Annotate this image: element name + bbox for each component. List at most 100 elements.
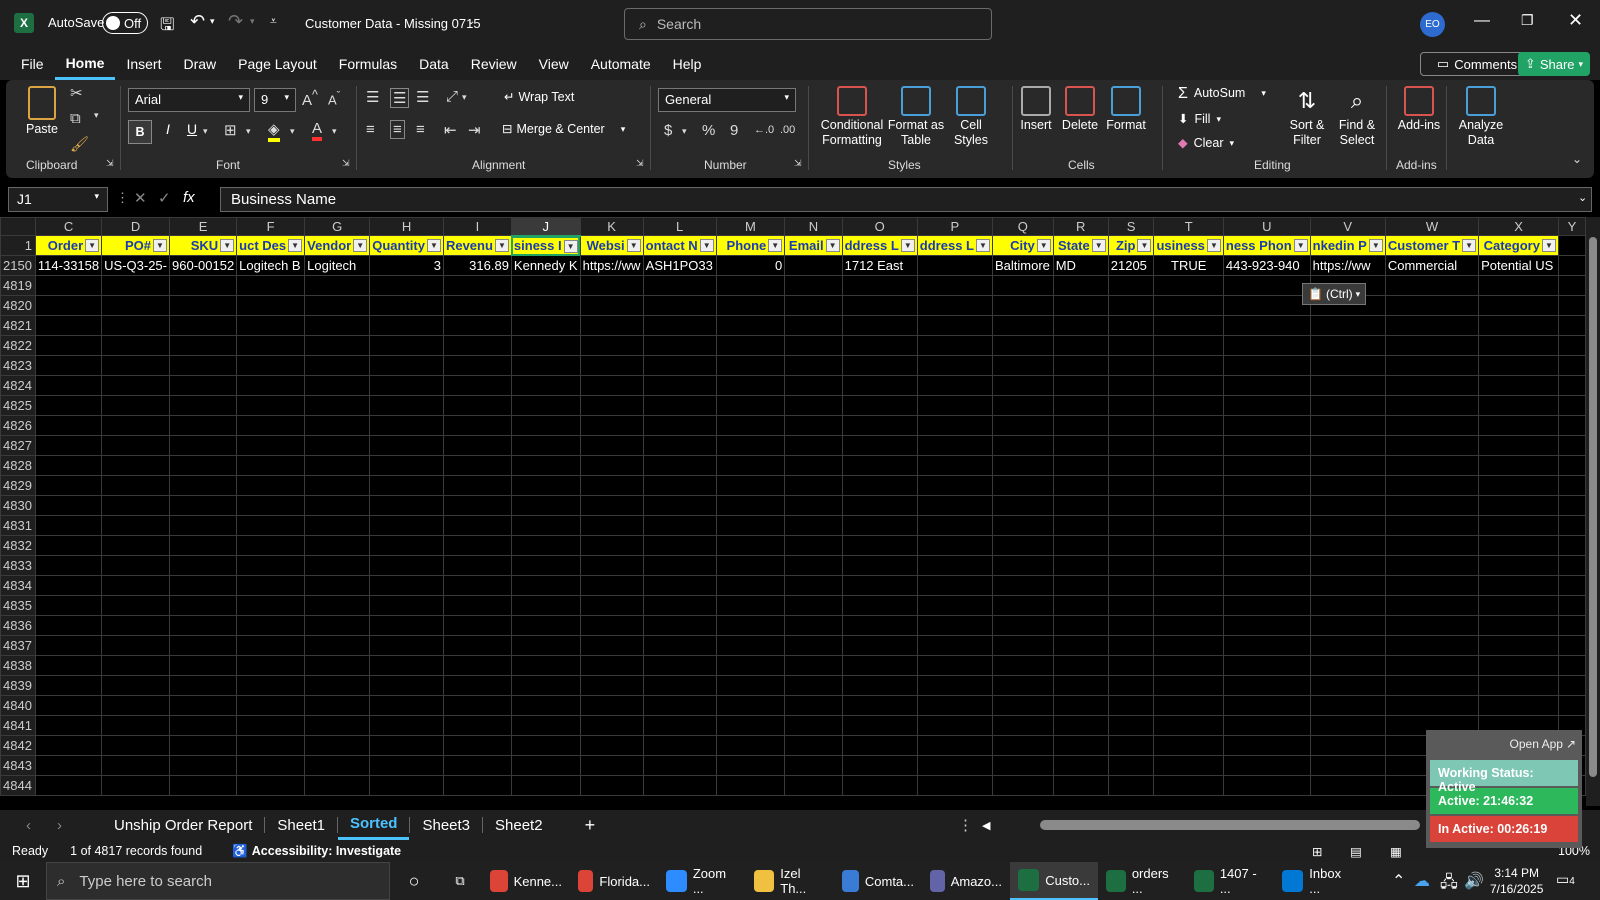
table-cell[interactable]: [1478, 655, 1559, 676]
table-cell[interactable]: [1478, 555, 1559, 576]
table-cell[interactable]: [642, 575, 717, 596]
table-cell[interactable]: [1222, 475, 1311, 496]
column-header-R[interactable]: R: [1052, 217, 1109, 236]
table-cell[interactable]: [1107, 575, 1155, 596]
table-cell[interactable]: [510, 715, 581, 736]
table-cell[interactable]: [236, 315, 306, 336]
formula-bar-options-icon[interactable]: ⋮: [116, 190, 129, 206]
table-cell[interactable]: [510, 495, 581, 516]
table-cell[interactable]: [1222, 755, 1311, 776]
table-cell[interactable]: [1478, 675, 1559, 696]
table-cell[interactable]: [1557, 595, 1586, 616]
table-cell[interactable]: [916, 655, 993, 676]
table-cell[interactable]: [1153, 735, 1224, 756]
table-cell[interactable]: [916, 575, 993, 596]
table-cell[interactable]: [841, 295, 918, 316]
column-header-V[interactable]: V: [1309, 217, 1386, 236]
table-cell[interactable]: [304, 575, 371, 596]
table-cell[interactable]: [34, 455, 103, 476]
table-cell[interactable]: [784, 515, 843, 536]
autosum-button[interactable]: Σ AutoSum ▾: [1178, 86, 1266, 102]
table-cell[interactable]: [991, 615, 1054, 636]
table-cell[interactable]: [442, 575, 512, 596]
table-cell[interactable]: [784, 455, 843, 476]
column-header-W[interactable]: W: [1384, 217, 1480, 236]
taskbar-app[interactable]: Custo...: [1010, 862, 1098, 900]
table-cell[interactable]: [236, 595, 306, 616]
table-cell[interactable]: [168, 535, 238, 556]
table-cell[interactable]: [642, 715, 717, 736]
table-cell[interactable]: [510, 735, 581, 756]
menu-home[interactable]: Home: [54, 48, 116, 80]
table-cell[interactable]: [784, 355, 843, 376]
taskbar-search[interactable]: ⌕ Type here to search: [46, 862, 390, 900]
table-cell[interactable]: [236, 655, 306, 676]
table-cell[interactable]: [1107, 315, 1155, 336]
table-cell[interactable]: [34, 515, 103, 536]
table-cell[interactable]: [34, 415, 103, 436]
table-cell[interactable]: [1384, 495, 1480, 516]
column-header-G[interactable]: G: [304, 217, 371, 236]
table-cell[interactable]: [369, 335, 444, 356]
table-cell[interactable]: [1478, 355, 1559, 376]
table-cell[interactable]: [304, 395, 371, 416]
header-cell[interactable]: ontact N ▼: [642, 235, 717, 256]
conditional-formatting-button[interactable]: Conditional Formatting: [814, 86, 890, 148]
table-cell[interactable]: [1222, 575, 1311, 596]
table-cell[interactable]: [369, 295, 444, 316]
table-cell[interactable]: [1222, 555, 1311, 576]
table-cell[interactable]: [642, 615, 717, 636]
table-cell[interactable]: [642, 775, 717, 796]
table-cell[interactable]: [1153, 355, 1224, 376]
table-cell[interactable]: [34, 555, 103, 576]
table-cell[interactable]: [236, 455, 306, 476]
table-cell[interactable]: [369, 455, 444, 476]
decrease-font-icon[interactable]: Aˇ: [328, 90, 340, 107]
fill-color-dropdown-icon[interactable]: ▾: [290, 126, 295, 137]
table-cell[interactable]: [442, 515, 512, 536]
table-cell[interactable]: [784, 755, 843, 776]
table-cell[interactable]: [784, 255, 843, 276]
table-cell[interactable]: [1222, 275, 1311, 296]
table-cell[interactable]: [304, 755, 371, 776]
table-cell[interactable]: [841, 555, 918, 576]
column-header-K[interactable]: K: [579, 217, 644, 236]
fill-button[interactable]: ⬇ Fill ▾: [1178, 112, 1221, 127]
table-cell[interactable]: [168, 495, 238, 516]
column-header-J[interactable]: J: [510, 217, 581, 237]
table-cell[interactable]: [916, 615, 993, 636]
table-cell[interactable]: [579, 375, 644, 396]
table-cell[interactable]: [34, 315, 103, 336]
column-header-C[interactable]: C: [34, 217, 103, 236]
filter-dropdown-icon[interactable]: ▼: [1206, 239, 1221, 252]
table-cell[interactable]: Commercial: [1384, 255, 1480, 276]
paste-button[interactable]: Paste: [22, 86, 62, 137]
column-header-L[interactable]: L: [642, 217, 717, 236]
table-cell[interactable]: 21205: [1107, 255, 1155, 276]
table-cell[interactable]: [916, 755, 993, 776]
currency-dropdown-icon[interactable]: ▾: [682, 126, 687, 137]
row-number[interactable]: 2150: [0, 255, 36, 276]
table-cell[interactable]: TRUE: [1153, 255, 1224, 276]
table-cell[interactable]: [784, 595, 843, 616]
row-number[interactable]: 1: [0, 235, 36, 256]
table-cell[interactable]: [579, 735, 644, 756]
open-app-button[interactable]: Open App ↗: [1426, 730, 1582, 758]
table-cell[interactable]: [1107, 635, 1155, 656]
table-cell[interactable]: [1153, 555, 1224, 576]
table-cell[interactable]: [715, 595, 786, 616]
filter-dropdown-icon[interactable]: ▼: [1036, 239, 1051, 252]
font-launcher-icon[interactable]: ⇲: [342, 158, 350, 169]
table-cell[interactable]: [1153, 535, 1224, 556]
column-header-Y[interactable]: Y: [1557, 217, 1586, 236]
format-painter-icon[interactable]: 🖌: [70, 135, 89, 153]
table-cell[interactable]: [510, 295, 581, 316]
table-cell[interactable]: [168, 415, 238, 436]
bold-button[interactable]: B: [128, 120, 152, 144]
table-cell[interactable]: [1309, 635, 1386, 656]
table-cell[interactable]: [715, 275, 786, 296]
customize-toolbar-icon[interactable]: ⩡: [270, 14, 277, 29]
table-cell[interactable]: [841, 575, 918, 596]
column-header-F[interactable]: F: [236, 217, 306, 236]
header-cell[interactable]: Category ▼: [1478, 235, 1559, 256]
